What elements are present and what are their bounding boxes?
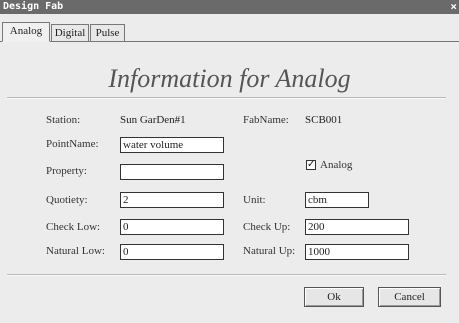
cancel-button[interactable]: Cancel	[378, 287, 441, 307]
quotiety-field[interactable]	[120, 192, 224, 208]
property-label: Property:	[46, 165, 87, 177]
property-field[interactable]	[120, 164, 224, 180]
naturalup-label: Natural Up:	[243, 245, 296, 257]
station-label: Station:	[46, 114, 81, 126]
station-value: Sun GarDen#1	[120, 114, 186, 126]
checkup-field[interactable]	[305, 219, 409, 235]
analog-checkbox[interactable]: ✓	[306, 160, 316, 170]
naturalup-field[interactable]	[305, 244, 409, 260]
fabname-label: FabName:	[243, 114, 289, 126]
bottom-divider	[7, 274, 446, 276]
quotiety-label: Quotiety:	[46, 194, 88, 206]
check-mark-icon: ✓	[307, 159, 316, 170]
close-icon[interactable]: ×	[450, 0, 457, 14]
checklow-field[interactable]	[120, 219, 224, 235]
fabname-value: SCB001	[305, 114, 343, 126]
pointname-label: PointName:	[46, 138, 99, 150]
tab-analog[interactable]: Analog	[2, 22, 50, 42]
pointname-field[interactable]	[120, 137, 224, 153]
tab-digital[interactable]: Digital	[51, 24, 89, 41]
unit-label: Unit:	[243, 194, 266, 206]
tab-pulse[interactable]: Pulse	[90, 24, 125, 41]
checkup-label: Check Up:	[243, 221, 291, 233]
naturallow-label: Natural Low:	[46, 245, 105, 257]
analog-checkbox-label: Analog	[320, 159, 353, 171]
unit-field[interactable]	[305, 192, 369, 208]
naturallow-field[interactable]	[120, 244, 224, 260]
checklow-label: Check Low:	[46, 221, 101, 233]
ok-button[interactable]: Ok	[304, 287, 364, 307]
page-title: Information for Analog	[108, 64, 351, 93]
top-divider	[7, 97, 446, 99]
title-bar: Design Fab ×	[0, 0, 459, 14]
window-title: Design Fab	[3, 1, 64, 12]
